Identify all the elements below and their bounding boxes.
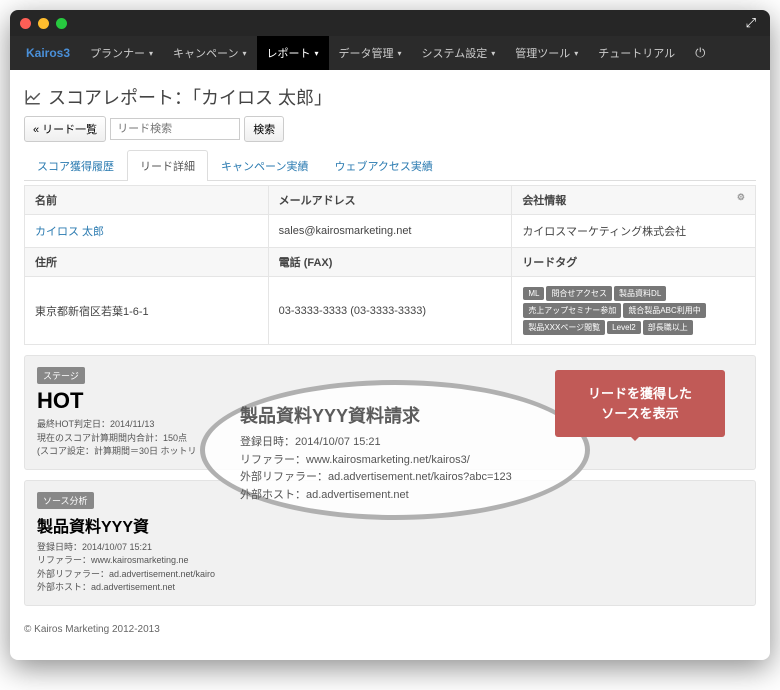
lead-tag[interactable]: 部長職以上: [643, 320, 693, 335]
nav-item-0[interactable]: プランナー▾: [80, 36, 163, 70]
lead-detail-table: 名前 メールアドレス 会社情報 ⚙ カイロス 太郎 sales@kairosma…: [24, 185, 756, 345]
th-address: 住所: [25, 248, 269, 277]
page-title: スコアレポート：「カイロス 太郎」: [24, 78, 756, 116]
app-window: ⤢ Kairos3 プランナー▾キャンペーン▾レポート▾データ管理▾システム設定…: [10, 10, 770, 660]
th-name: 名前: [25, 186, 269, 215]
zoom-overlay: 製品資料YYY資料請求 登録日時：2014/10/07 15:21 リファラー：…: [200, 380, 590, 520]
footer: © Kairos Marketing 2012-2013: [10, 614, 770, 645]
tabs: スコア獲得履歴リード詳細キャンペーン実績ウェブアクセス実績: [24, 150, 756, 181]
window-titlebar: ⤢: [10, 10, 770, 36]
brand-logo[interactable]: Kairos3: [16, 46, 80, 60]
close-dot[interactable]: [20, 18, 31, 29]
maximize-dot[interactable]: [56, 18, 67, 29]
th-company: 会社情報 ⚙: [512, 186, 756, 215]
lead-address: 東京都新宿区若葉1-6-1: [25, 277, 269, 345]
expand-icon[interactable]: ⤢: [746, 15, 756, 31]
lead-tag[interactable]: 製品資料DL: [614, 286, 666, 301]
lead-tag[interactable]: Level2: [607, 321, 641, 334]
search-button[interactable]: 検索: [244, 116, 284, 142]
th-tags: リードタグ: [512, 248, 756, 277]
power-icon[interactable]: ⏻: [685, 45, 715, 61]
zoom-content: 製品資料YYY資料請求 登録日時：2014/10/07 15:21 リファラー：…: [240, 402, 560, 504]
chart-icon: [24, 88, 42, 106]
nav-item-2[interactable]: レポート▾: [257, 36, 329, 70]
th-phone: 電話 (FAX): [268, 248, 512, 277]
navbar: Kairos3 プランナー▾キャンペーン▾レポート▾データ管理▾システム設定▾管…: [10, 36, 770, 70]
nav-item-6[interactable]: チュートリアル: [588, 36, 685, 70]
lead-phone: 03-3333-3333 (03-3333-3333): [268, 277, 512, 345]
lead-tag[interactable]: 製品XXXページ閲覧: [523, 320, 605, 335]
gear-icon[interactable]: ⚙: [737, 192, 745, 203]
lead-email: sales@kairosmarketing.net: [268, 215, 512, 248]
lead-company: カイロスマーケティング株式会社: [512, 215, 756, 248]
lead-tags-cell: ML問合せアクセス製品資料DL 売上アップセミナー参加競合製品ABC利用中製品XX…: [512, 277, 756, 345]
lead-name-link[interactable]: カイロス 太郎: [35, 226, 104, 238]
back-button[interactable]: « リード一覧: [24, 116, 106, 142]
stage-label: ステージ: [37, 367, 85, 384]
nav-item-1[interactable]: キャンペーン▾: [163, 36, 256, 70]
nav-item-5[interactable]: 管理ツール▾: [505, 36, 588, 70]
minimize-dot[interactable]: [38, 18, 49, 29]
tab-0[interactable]: スコア獲得履歴: [24, 150, 127, 181]
nav-item-4[interactable]: システム設定▾: [412, 36, 506, 70]
callout-tooltip: リードを獲得した ソースを表示: [555, 370, 725, 437]
source-meta: 登録日時：2014/10/07 15:21 リファラー：www.kairosma…: [37, 541, 743, 595]
toolbar: « リード一覧 検索: [24, 116, 756, 142]
lead-tag[interactable]: 問合せアクセス: [546, 286, 612, 301]
source-label: ソース分析: [37, 492, 94, 509]
lead-tag[interactable]: ML: [523, 287, 544, 300]
tab-1[interactable]: リード詳細: [127, 150, 208, 181]
tab-2[interactable]: キャンペーン実績: [208, 150, 321, 181]
content-area: スコアレポート：「カイロス 太郎」 « リード一覧 検索 スコア獲得履歴リード詳…: [10, 70, 770, 614]
nav-item-3[interactable]: データ管理▾: [329, 36, 412, 70]
lead-search-input[interactable]: [110, 118, 240, 140]
th-email: メールアドレス: [268, 186, 512, 215]
lead-tag[interactable]: 競合製品ABC利用中: [623, 303, 705, 318]
lead-tag[interactable]: 売上アップセミナー参加: [523, 303, 621, 318]
tab-3[interactable]: ウェブアクセス実績: [321, 150, 445, 181]
